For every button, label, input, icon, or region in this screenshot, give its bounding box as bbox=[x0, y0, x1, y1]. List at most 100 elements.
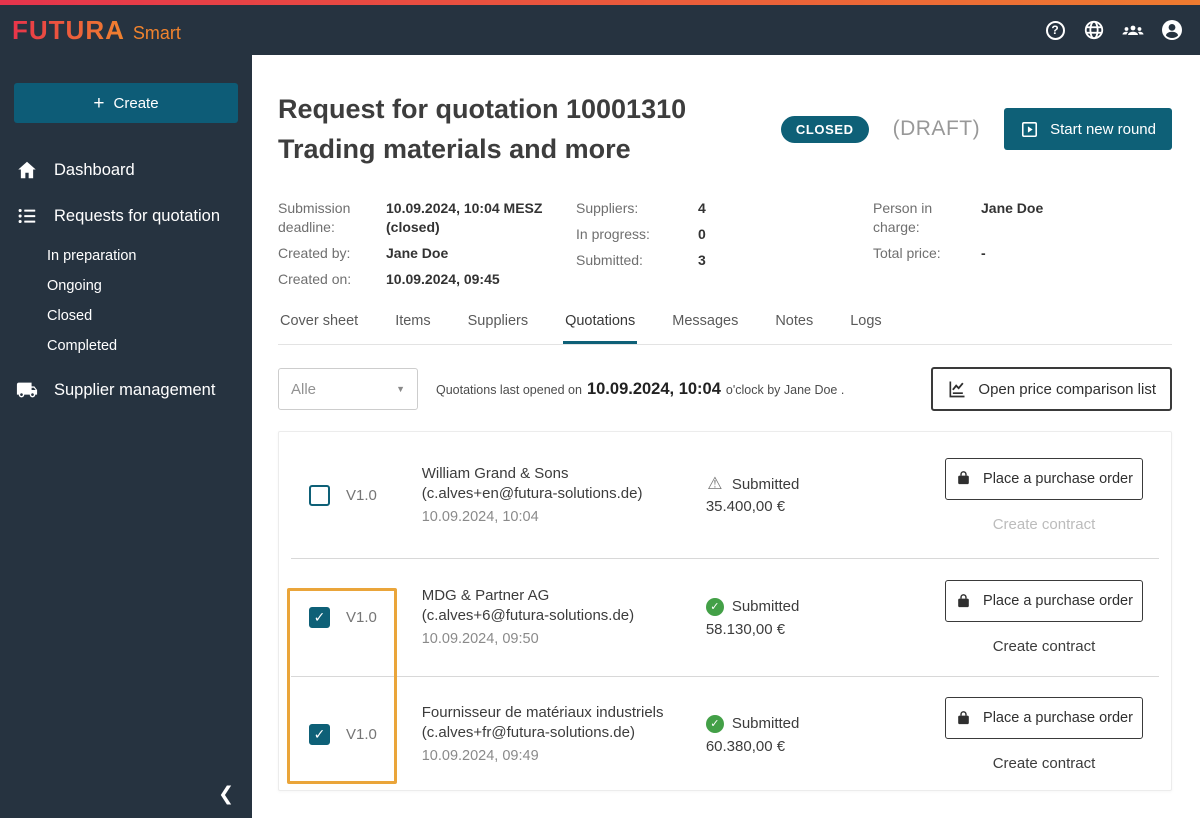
open-price-comparison-button[interactable]: Open price comparison list bbox=[931, 367, 1172, 411]
place-purchase-order-label: Place a purchase order bbox=[983, 710, 1133, 726]
sidebar-subitem-completed[interactable]: Completed bbox=[0, 331, 252, 361]
start-new-round-button[interactable]: Start new round bbox=[1004, 108, 1172, 150]
tab-cover-sheet[interactable]: Cover sheet bbox=[278, 305, 360, 344]
plus-icon: + bbox=[93, 92, 105, 114]
tab-quotations[interactable]: Quotations bbox=[563, 305, 638, 344]
meta-row: In progress: 0 bbox=[576, 225, 873, 244]
sidebar-item-label: Dashboard bbox=[54, 160, 135, 179]
warning-icon bbox=[706, 475, 724, 493]
meta-value: Jane Doe bbox=[981, 200, 1044, 216]
create-contract-link[interactable]: Create contract bbox=[993, 755, 1096, 772]
supplier-info: William Grand & Sons (c.alves+en@futura-… bbox=[422, 464, 686, 527]
status-badge: CLOSED bbox=[780, 115, 869, 143]
quotation-amount: 35.400,00 € bbox=[705, 498, 786, 515]
topbar: FUTURA Smart ? bbox=[0, 0, 1200, 55]
page-title-line2: Trading materials and more bbox=[278, 134, 631, 164]
page-title: Request for quotation 10001310 Trading m… bbox=[278, 89, 686, 169]
meta-value: 0 bbox=[698, 226, 706, 242]
quotation-version: V1.0 bbox=[346, 609, 377, 626]
quotation-status: Submitted 58.130,00 € bbox=[705, 597, 945, 638]
line-chart-icon bbox=[949, 381, 965, 398]
meta-row: Submitted: 3 bbox=[576, 251, 873, 270]
row-checkbox[interactable]: ✓ bbox=[309, 607, 330, 628]
place-purchase-order-label: Place a purchase order bbox=[983, 470, 1133, 487]
list-icon bbox=[18, 208, 36, 224]
sidebar-item-requests-for-quotation[interactable]: Requests for quotation bbox=[0, 193, 252, 239]
page-title-line1: Request for quotation 10001310 bbox=[278, 94, 687, 124]
meta-column-owner: Person in charge: Jane Doe Total price: … bbox=[873, 199, 1163, 289]
meta-label: Submission deadline: bbox=[278, 200, 351, 235]
sidebar-collapse-chevron[interactable]: ❮ bbox=[218, 783, 234, 806]
quotation-date: 10.09.2024, 09:50 bbox=[421, 631, 539, 647]
row-checkbox[interactable]: ✓ bbox=[309, 484, 330, 506]
tab-bar: Cover sheet Items Suppliers Quotations M… bbox=[278, 305, 1172, 345]
account-avatar-icon[interactable] bbox=[1160, 18, 1184, 42]
sidebar: + Create Dashboard Requests for quotatio… bbox=[0, 55, 252, 818]
sidebar-item-supplier-management[interactable]: Supplier management bbox=[0, 367, 252, 413]
sidebar-subitem-ongoing[interactable]: Ongoing bbox=[0, 271, 252, 301]
sidebar-item-label: Requests for quotation bbox=[54, 206, 221, 225]
note-prefix: Quotations last opened on bbox=[436, 382, 582, 397]
row-checkbox[interactable]: ✓ bbox=[309, 724, 330, 745]
status-label: Submitted bbox=[731, 475, 800, 493]
meta-row: Total price: - bbox=[873, 244, 1163, 263]
help-icon[interactable]: ? bbox=[1043, 18, 1067, 42]
create-button[interactable]: + Create bbox=[14, 83, 238, 123]
meta-column-dates: Submission deadline: 10.09.2024, 10:04 M… bbox=[278, 199, 576, 289]
sidebar-subitem-closed[interactable]: Closed bbox=[0, 301, 252, 331]
quotation-version: V1.0 bbox=[346, 486, 377, 504]
tab-notes[interactable]: Notes bbox=[773, 305, 815, 344]
sidebar-subitem-in-preparation[interactable]: In preparation bbox=[0, 241, 252, 271]
tab-items[interactable]: Items bbox=[393, 305, 432, 344]
users-group-icon[interactable] bbox=[1121, 18, 1145, 42]
main-content: Request for quotation 10001310 Trading m… bbox=[252, 55, 1200, 818]
play-box-icon bbox=[1022, 121, 1038, 137]
meta-label: Created on: bbox=[278, 271, 352, 287]
quotations-card: ✓ V1.0 William Grand & Sons (c.alves+en@… bbox=[278, 431, 1172, 791]
meta-label: Person in charge: bbox=[873, 200, 933, 235]
quotation-row: ✓ V1.0 Fournisseur de matériaux industri… bbox=[279, 677, 1171, 792]
quotation-date: 10.09.2024, 09:49 bbox=[421, 748, 539, 764]
quotation-row: ✓ V1.0 William Grand & Sons (c.alves+en@… bbox=[279, 432, 1171, 558]
supplier-info: Fournisseur de matériaux industriels (c.… bbox=[422, 703, 686, 766]
rfq-sub-items: In preparation Ongoing Closed Completed bbox=[0, 241, 252, 361]
sidebar-item-dashboard[interactable]: Dashboard bbox=[0, 147, 252, 193]
filter-row: Alle ▼ Quotations last opened on 10.09.2… bbox=[278, 367, 1172, 411]
tab-logs[interactable]: Logs bbox=[848, 305, 883, 344]
meta-label: Total price: bbox=[873, 245, 941, 261]
sidebar-nav: Dashboard Requests for quotation In prep… bbox=[0, 147, 252, 413]
row-actions: Place a purchase order Create contract bbox=[945, 697, 1143, 772]
brand-name: FUTURA bbox=[12, 14, 125, 45]
meta-row: Created on: 10.09.2024, 09:45 bbox=[278, 270, 576, 289]
meta-section: Submission deadline: 10.09.2024, 10:04 M… bbox=[278, 199, 1172, 289]
create-contract-link[interactable]: Create contract bbox=[993, 516, 1096, 533]
app-logo[interactable]: FUTURA Smart bbox=[12, 15, 181, 46]
meta-row: Created by: Jane Doe bbox=[278, 244, 576, 263]
tab-suppliers[interactable]: Suppliers bbox=[466, 305, 530, 344]
meta-value: 10.09.2024, 09:45 bbox=[386, 271, 500, 287]
supplier-name: MDG & Partner AG bbox=[421, 587, 550, 604]
create-button-label: Create bbox=[113, 94, 159, 112]
meta-label: In progress: bbox=[576, 226, 650, 242]
open-price-comparison-label: Open price comparison list bbox=[978, 380, 1156, 398]
meta-row: Person in charge: Jane Doe bbox=[873, 199, 1163, 237]
quotation-filter-select[interactable]: Alle ▼ bbox=[278, 368, 418, 410]
filter-selected-value: Alle bbox=[291, 380, 317, 398]
sidebar-item-label: Supplier management bbox=[54, 380, 216, 399]
top-accent-bar bbox=[0, 0, 1200, 5]
globe-icon[interactable] bbox=[1082, 18, 1106, 42]
tab-messages[interactable]: Messages bbox=[670, 305, 740, 344]
chevron-down-icon: ▼ bbox=[396, 384, 405, 394]
supplier-email: (c.alves+6@futura-solutions.de) bbox=[421, 607, 635, 624]
quotation-amount: 58.130,00 € bbox=[705, 620, 786, 638]
supplier-email: (c.alves+fr@futura-solutions.de) bbox=[421, 724, 635, 741]
place-purchase-order-button[interactable]: Place a purchase order bbox=[945, 697, 1143, 739]
quotation-row: ✓ V1.0 MDG & Partner AG (c.alves+6@futur… bbox=[279, 559, 1171, 676]
meta-value: 4 bbox=[698, 200, 706, 216]
place-purchase-order-button[interactable]: Place a purchase order bbox=[945, 580, 1143, 622]
last-opened-note: Quotations last opened on 10.09.2024, 10… bbox=[436, 380, 844, 399]
place-purchase-order-button[interactable]: Place a purchase order bbox=[945, 457, 1143, 500]
bag-icon bbox=[958, 593, 969, 607]
supplier-name: William Grand & Sons bbox=[421, 464, 569, 482]
create-contract-link[interactable]: Create contract bbox=[993, 638, 1096, 655]
